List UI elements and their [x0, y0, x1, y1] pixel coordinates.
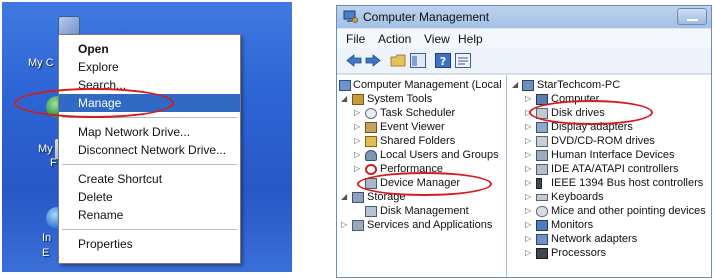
help-icon[interactable]: ? [434, 52, 452, 69]
collapse-arrow-icon[interactable]: ▷ [525, 148, 531, 162]
menu-item-rename[interactable]: Rename [59, 206, 240, 224]
computer-management-app-icon [343, 10, 358, 23]
menu-item-properties[interactable]: Properties [59, 235, 240, 253]
menu-file[interactable]: File [346, 32, 365, 46]
disk-drive-icon [536, 108, 548, 119]
expand-arrow-icon[interactable]: ◢ [512, 78, 518, 92]
collapse-arrow-icon[interactable]: ▷ [525, 190, 531, 204]
collapse-arrow-icon[interactable]: ▷ [525, 218, 531, 232]
shared-folders-icon [365, 136, 377, 147]
menu-help[interactable]: Help [458, 32, 483, 46]
svg-text:?: ? [440, 55, 446, 68]
collapse-arrow-icon[interactable]: ▷ [354, 120, 360, 134]
menu-separator [62, 117, 237, 118]
menu-bar: File Action View Help [337, 29, 711, 48]
computer-management-icon [339, 80, 351, 91]
collapse-arrow-icon[interactable]: ▷ [354, 148, 360, 162]
collapse-arrow-icon[interactable]: ▷ [525, 246, 531, 260]
desktop-label: E [42, 247, 50, 259]
menu-separator [62, 164, 237, 165]
firewire-icon [536, 178, 542, 189]
collapse-arrow-icon[interactable]: ▷ [525, 106, 531, 120]
menu-item-search[interactable]: Search... [59, 76, 240, 94]
menu-item-map-network-drive[interactable]: Map Network Drive... [59, 123, 240, 141]
keyboard-icon [536, 194, 548, 201]
collapse-arrow-icon[interactable]: ▷ [525, 162, 531, 176]
event-viewer-icon [365, 122, 377, 133]
properties-icon[interactable] [454, 52, 472, 69]
device-tree-pane: ◢ StarTechcom-PC ▷ Computer ▷ Disk drive… [512, 78, 706, 260]
display-adapter-icon [536, 122, 548, 133]
users-icon [365, 150, 377, 161]
xp-desktop-panel: My C My F In E Open Explore Search... Ma… [0, 0, 325, 280]
show-hide-tree-icon[interactable] [409, 52, 427, 69]
collapse-arrow-icon[interactable]: ▷ [525, 232, 531, 246]
collapse-arrow-icon[interactable]: ▷ [525, 176, 531, 190]
ide-controller-icon [536, 164, 548, 175]
menu-item-create-shortcut[interactable]: Create Shortcut [59, 170, 240, 188]
menu-item-explore[interactable]: Explore [59, 58, 240, 76]
navigation-tree-pane: Computer Management (Local ◢ System Tool… [337, 75, 507, 277]
title-bar[interactable]: Computer Management [337, 6, 711, 28]
menu-item-delete[interactable]: Delete [59, 188, 240, 206]
window-title: Computer Management [363, 10, 490, 24]
desktop-label: My C [28, 57, 54, 69]
context-menu: Open Explore Search... Manage Map Networ… [58, 34, 241, 264]
menu-separator [62, 229, 237, 230]
menu-action[interactable]: Action [378, 32, 411, 46]
window-content: Computer Management (Local ◢ System Tool… [337, 75, 711, 277]
desktop-label: My [38, 143, 53, 155]
desktop-label: In [42, 232, 52, 244]
system-tools-icon [352, 94, 364, 105]
collapse-arrow-icon[interactable]: ▷ [354, 134, 360, 148]
collapse-arrow-icon[interactable]: ▷ [525, 204, 531, 218]
expand-arrow-icon[interactable]: ◢ [341, 92, 347, 106]
performance-icon [365, 164, 377, 175]
hid-icon [536, 150, 548, 161]
dvd-drive-icon [536, 136, 548, 147]
collapse-arrow-icon[interactable]: ▷ [354, 162, 360, 176]
menu-item-open[interactable]: Open [59, 40, 240, 58]
device-manager-icon [365, 178, 377, 189]
collapse-arrow-icon[interactable]: ▷ [354, 106, 360, 120]
computer-management-window: Computer Management File Action View Hel… [336, 5, 712, 278]
minimize-icon [687, 19, 698, 21]
services-icon [352, 220, 364, 231]
computer-icon [522, 80, 534, 91]
network-adapter-icon [536, 234, 548, 245]
desktop-label: F [50, 157, 57, 169]
processor-icon [536, 248, 548, 259]
forward-arrow-icon[interactable] [364, 52, 382, 69]
back-arrow-icon[interactable] [345, 52, 363, 69]
collapse-arrow-icon[interactable]: ▷ [525, 92, 531, 106]
collapse-arrow-icon[interactable]: ▷ [525, 120, 531, 134]
collapse-arrow-icon[interactable]: ▷ [341, 218, 347, 232]
minimize-button[interactable] [677, 8, 707, 25]
menu-view[interactable]: View [424, 32, 450, 46]
monitor-icon [536, 220, 548, 231]
collapse-arrow-icon[interactable]: ▷ [525, 134, 531, 148]
computer-icon [536, 94, 548, 105]
toolbar: ? [337, 48, 711, 74]
up-folder-icon[interactable] [389, 52, 407, 69]
menu-item-disconnect-network-drive[interactable]: Disconnect Network Drive... [59, 141, 240, 159]
menu-item-manage[interactable]: Manage [59, 94, 240, 112]
disk-management-icon [365, 206, 377, 217]
expand-arrow-icon[interactable]: ◢ [341, 190, 347, 204]
task-scheduler-icon [365, 108, 377, 119]
mouse-icon [536, 206, 548, 217]
storage-icon [352, 192, 364, 203]
